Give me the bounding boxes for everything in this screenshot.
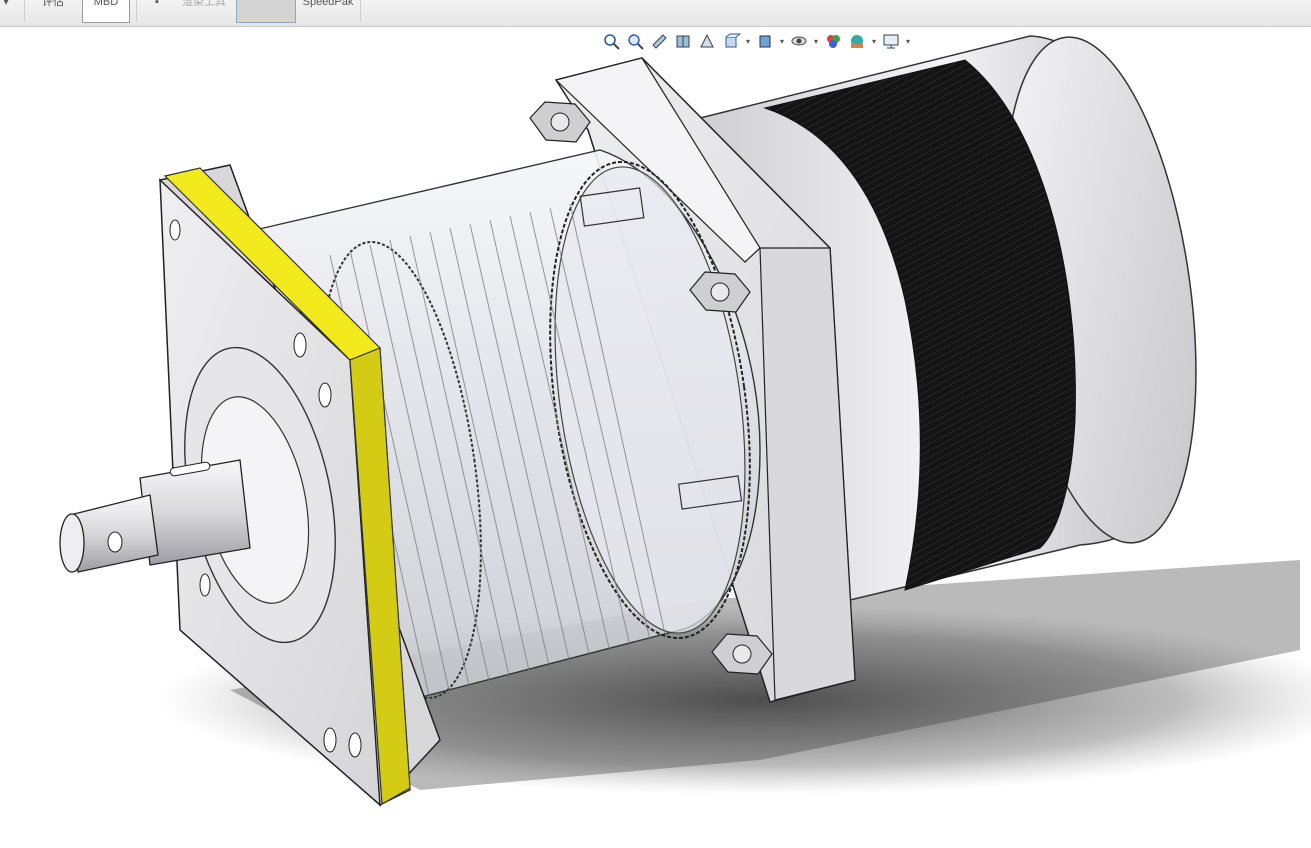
tab-render-tools[interactable]: 渲染工具 [178, 0, 230, 22]
mounting-hole [199, 573, 211, 597]
shaft-cross-hole [107, 531, 123, 553]
mounting-hole [323, 727, 337, 753]
mounting-hole [293, 332, 307, 358]
tab-mbd[interactable]: MBD [82, 0, 130, 23]
mounting-hole [169, 219, 181, 241]
tab-icon[interactable]: ▪ [145, 0, 169, 22]
mounting-hole [348, 732, 362, 758]
tab-evaluate[interactable]: 评估 [30, 0, 76, 22]
tab-speedpak[interactable]: SpeedPak [298, 0, 358, 22]
graphics-area[interactable] [0, 26, 1311, 848]
command-manager-ribbon: ▾ 评估 MBD ▪ 渲染工具 SpeedPak [0, 0, 1311, 27]
shaft-end-face [59, 513, 85, 573]
ribbon-collapse-arrow[interactable]: ▾ [0, 0, 12, 22]
mounting-hole [318, 382, 332, 408]
tab-greyed[interactable] [236, 0, 296, 23]
